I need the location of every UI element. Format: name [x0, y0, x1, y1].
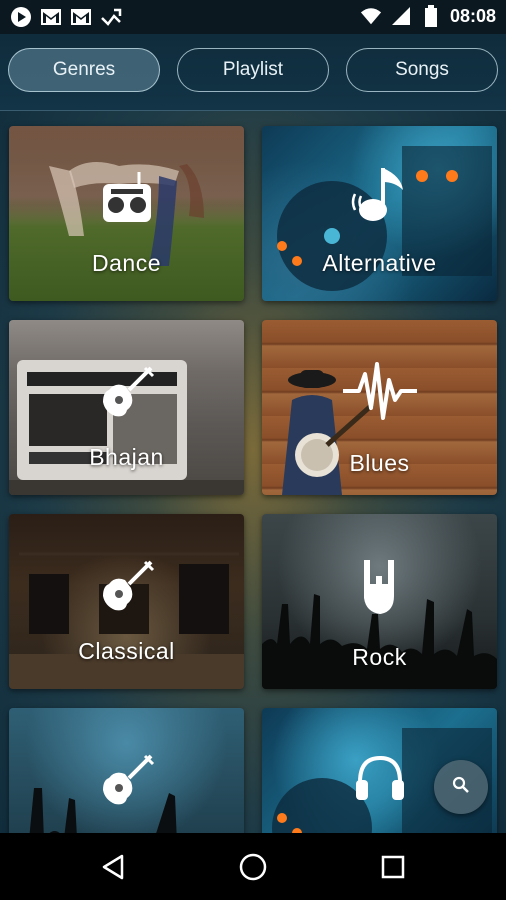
- radio-icon: [101, 170, 153, 231]
- battery-icon: [420, 5, 442, 27]
- wifi-icon: [360, 5, 382, 27]
- music-note-icon: [351, 166, 409, 231]
- gmail-icon: [70, 6, 92, 28]
- status-bar: 08:08: [0, 0, 506, 34]
- genre-tile[interactable]: [9, 708, 244, 833]
- guitar-icon: [99, 752, 155, 813]
- gmail-icon: [40, 6, 62, 28]
- recent-apps-button[interactable]: [377, 851, 409, 883]
- tab-songs[interactable]: Songs: [346, 48, 498, 92]
- genre-tile-blues[interactable]: Blues: [262, 320, 497, 495]
- play-icon: [10, 6, 32, 28]
- guitar-icon: [99, 364, 155, 425]
- genre-tile-alternative[interactable]: Alternative: [262, 126, 497, 301]
- tab-bar: Genres Playlist Songs: [0, 34, 506, 111]
- tab-label: Playlist: [222, 59, 284, 80]
- genre-label: Rock: [352, 644, 407, 670]
- back-icon: [102, 854, 124, 880]
- clock: 08:08: [449, 5, 496, 26]
- genre-grid: Dance Alternative Bhajan Blues Classical…: [0, 110, 506, 833]
- search-icon: [452, 776, 470, 799]
- tab-label: Songs: [395, 59, 449, 80]
- genre-tile-dance[interactable]: Dance: [9, 126, 244, 301]
- home-button[interactable]: [237, 851, 269, 883]
- genre-label: Bhajan: [89, 444, 164, 470]
- guitar-icon: [99, 558, 155, 619]
- home-icon: [239, 853, 267, 881]
- headphones-icon: [354, 752, 406, 809]
- notification-icons: [10, 6, 122, 28]
- genre-label: Blues: [349, 450, 410, 476]
- tab-playlist[interactable]: Playlist: [177, 48, 329, 92]
- tab-label: Genres: [52, 59, 116, 80]
- back-button[interactable]: [97, 851, 129, 883]
- rock-hand-icon: [358, 556, 402, 623]
- genre-label: Classical: [78, 638, 175, 664]
- genre-tile-bhajan[interactable]: Bhajan: [9, 320, 244, 495]
- genre-tile-rock[interactable]: Rock: [262, 514, 497, 689]
- navigation-bar: [0, 833, 506, 900]
- search-button[interactable]: [434, 760, 488, 814]
- recent-apps-icon: [381, 855, 405, 879]
- signal-icon: [390, 5, 412, 27]
- tab-genres[interactable]: Genres: [8, 48, 160, 92]
- waveform-icon: [341, 360, 419, 427]
- missed-call-icon: [100, 6, 122, 28]
- system-icons: 08:08: [360, 5, 496, 27]
- genre-label: Dance: [92, 250, 161, 276]
- genre-tile-classical[interactable]: Classical: [9, 514, 244, 689]
- genre-label: Alternative: [322, 250, 437, 276]
